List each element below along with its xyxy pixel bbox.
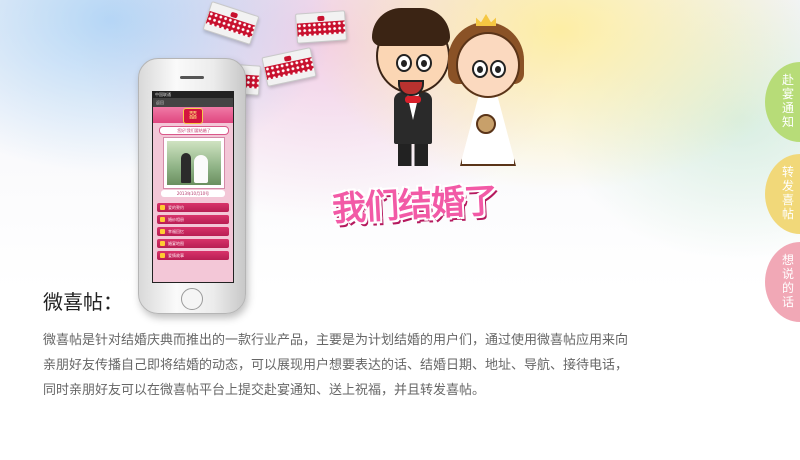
product-description: 微喜帖是针对结婚庆典而推出的一款行业产品，主要是为计划结婚的用户们，通过使用微喜… bbox=[43, 328, 703, 403]
side-tab-label: 想说的话 bbox=[781, 253, 794, 309]
phone-menu-item[interactable]: 婚纱相册 bbox=[157, 215, 229, 224]
memory-icon bbox=[160, 229, 165, 234]
bride-eye bbox=[472, 60, 488, 78]
section-title: 微喜帖： bbox=[43, 290, 123, 314]
description-line: 亲朋好友传播自己即将结婚的动态，可以展现用户想要表达的话、结婚日期、地址、导航、… bbox=[43, 358, 629, 373]
description-line: 微喜帖是针对结婚庆典而推出的一款行业产品，主要是为计划结婚的用户们，通过使用微喜… bbox=[43, 333, 629, 348]
tiara-icon bbox=[476, 14, 496, 26]
side-tab-label: 转发喜帖 bbox=[781, 165, 794, 221]
photo-bride bbox=[194, 155, 208, 183]
photo-groom bbox=[181, 153, 191, 183]
phone-nav-back[interactable]: 返回 bbox=[153, 98, 233, 107]
side-tab-label: 赴宴通知 bbox=[781, 73, 794, 129]
bouquet-icon bbox=[476, 114, 496, 134]
bride-head bbox=[456, 32, 520, 98]
phone-menu: 爱的誓约 婚纱相册 幸福回忆 婚宴地图 爱情故事 bbox=[157, 203, 229, 263]
phone-menu-item[interactable]: 爱情故事 bbox=[157, 251, 229, 260]
groom-eye bbox=[396, 54, 412, 72]
phone-speaker bbox=[180, 76, 204, 79]
invite-text: 您好!我们要结婚了 bbox=[159, 126, 229, 135]
heart-icon bbox=[160, 205, 165, 210]
menu-item-label: 爱情故事 bbox=[168, 253, 184, 258]
phone-mockup: 中国联通 返回 囍 您好!我们要结婚了 2013年10月10号 爱的誓约 婚纱相… bbox=[138, 58, 246, 314]
phone-menu-item[interactable]: 爱的誓约 bbox=[157, 203, 229, 212]
groom-eye bbox=[416, 54, 432, 72]
description-line: 同时亲朋好友可以在微喜帖平台上提交赴宴通知、送上祝福，并且转发喜帖。 bbox=[43, 383, 486, 398]
banner-title: 我们结婚了 bbox=[331, 180, 498, 230]
phone-menu-item[interactable]: 幸福回忆 bbox=[157, 227, 229, 236]
phone-screen: 中国联通 返回 囍 您好!我们要结婚了 2013年10月10号 爱的誓约 婚纱相… bbox=[152, 91, 234, 283]
wedding-photo-frame bbox=[163, 137, 225, 189]
cartoon-couple-illustration bbox=[372, 4, 532, 174]
album-icon bbox=[160, 217, 165, 222]
map-icon bbox=[160, 241, 165, 246]
menu-item-label: 婚宴地图 bbox=[168, 241, 184, 246]
groom-hair bbox=[372, 8, 450, 46]
phone-home-button bbox=[181, 288, 203, 310]
double-happiness-icon: 囍 bbox=[183, 108, 203, 124]
wedding-date: 2013年10月10号 bbox=[161, 190, 225, 197]
app-header: 囍 bbox=[153, 107, 233, 124]
menu-item-label: 婚纱相册 bbox=[168, 217, 184, 222]
menu-item-label: 爱的誓约 bbox=[168, 205, 184, 210]
menu-item-label: 幸福回忆 bbox=[168, 229, 184, 234]
red-envelope-icon bbox=[295, 10, 347, 44]
story-icon bbox=[160, 253, 165, 258]
wedding-photo bbox=[167, 141, 221, 185]
phone-menu-item[interactable]: 婚宴地图 bbox=[157, 239, 229, 248]
bowtie-icon bbox=[405, 96, 421, 103]
groom-legs bbox=[398, 144, 428, 166]
bride-eye bbox=[490, 60, 506, 78]
